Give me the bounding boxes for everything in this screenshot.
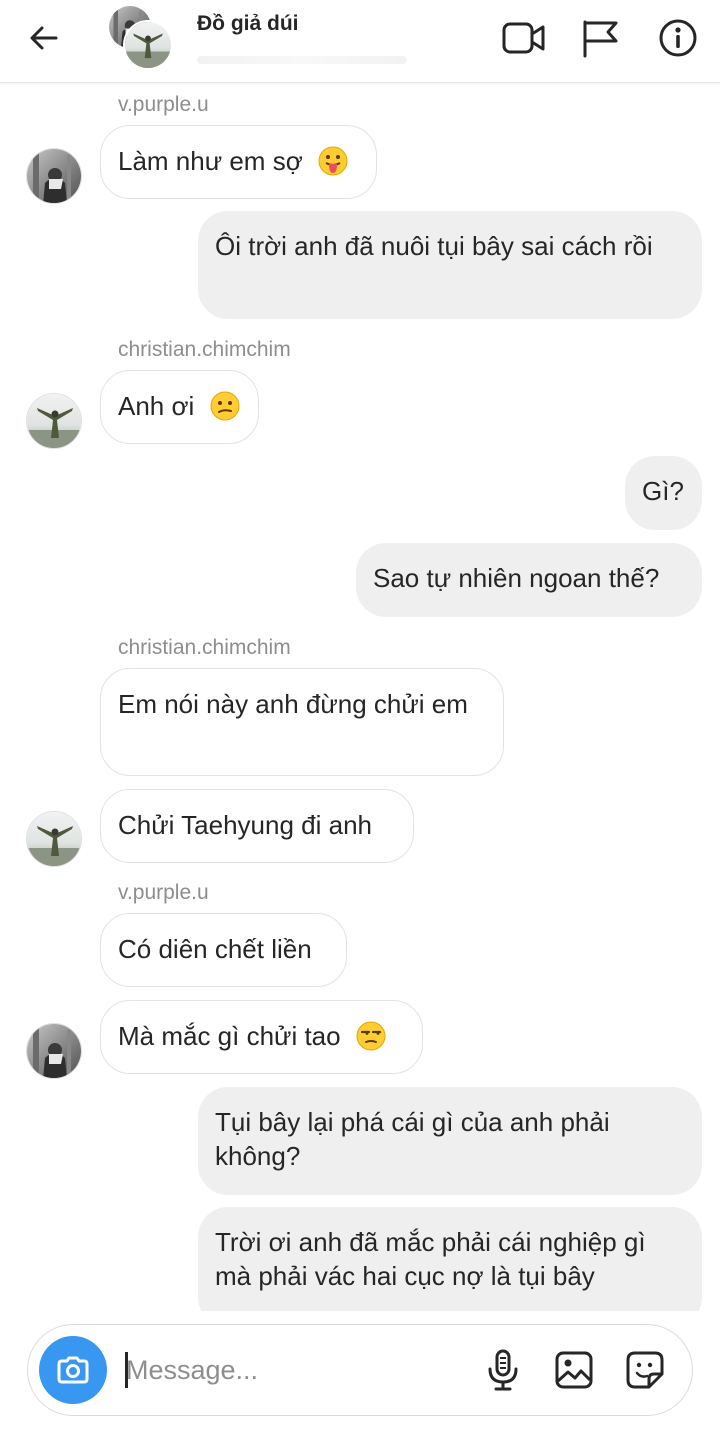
video-call-button[interactable] (500, 14, 548, 62)
subtitle-redacted (197, 46, 407, 72)
message-text: Ôi trời anh đã nuôi tụi bây sai cách rồi (215, 231, 653, 261)
message-text: Tụi bây lại phá cái gì của anh phải khôn… (215, 1107, 610, 1171)
info-icon (659, 19, 697, 57)
camera-icon (57, 1356, 89, 1384)
outgoing-message[interactable]: Gì? (625, 456, 702, 530)
confused-face-emoji (210, 391, 240, 421)
sender-username: v.purple.u (118, 93, 209, 116)
chat-header: Đồ giả dúi (0, 0, 720, 83)
tongue-out-emoji (318, 146, 348, 176)
message-text: Làm như em sợ (118, 146, 303, 176)
outgoing-message[interactable]: Tụi bây lại phá cái gì của anh phải khôn… (198, 1087, 702, 1195)
voice-button[interactable] (478, 1345, 528, 1395)
incoming-message[interactable]: Em nói này anh đừng chửi em (100, 668, 504, 776)
gallery-icon (555, 1351, 593, 1389)
message-text: Có diên chết liền (118, 934, 312, 964)
unamused-face-emoji (356, 1021, 386, 1051)
camera-button[interactable] (39, 1336, 107, 1404)
avatar[interactable] (26, 393, 82, 449)
message-text: Chửi Taehyung đi anh (118, 810, 372, 840)
outgoing-message[interactable]: Sao tự nhiên ngoan thế? (356, 543, 702, 617)
message-text: Anh ơi (118, 391, 195, 421)
message-text: Trời ơi anh đã mắc phải cái nghiệp gì mà… (215, 1227, 646, 1291)
chat-title[interactable]: Đồ giả dúi (197, 12, 299, 36)
avatar[interactable] (26, 1023, 82, 1079)
back-button[interactable] (20, 14, 68, 62)
outgoing-message[interactable]: Ôi trời anh đã nuôi tụi bây sai cách rồi (198, 211, 702, 319)
avatar[interactable] (26, 148, 82, 204)
video-call-icon (502, 22, 545, 54)
group-avatar-front (123, 20, 173, 70)
sticker-icon (626, 1351, 664, 1389)
group-avatar[interactable] (109, 6, 173, 70)
outgoing-message[interactable]: Trời ơi anh đã mắc phải cái nghiệp gì mà… (198, 1207, 702, 1311)
incoming-message[interactable]: Làm như em sợ (100, 125, 377, 199)
flag-icon (583, 20, 618, 58)
info-button[interactable] (654, 14, 702, 62)
sticker-button[interactable] (620, 1345, 670, 1395)
incoming-message[interactable]: Mà mắc gì chửi tao (100, 1000, 423, 1074)
message-composer (27, 1324, 693, 1416)
back-arrow-icon (30, 26, 58, 50)
message-clip: Trời ơi anh đã mắc phải cái nghiệp gì mà… (0, 1206, 720, 1311)
gallery-button[interactable] (549, 1345, 599, 1395)
message-text: Gì? (642, 476, 684, 506)
sender-username: v.purple.u (118, 881, 209, 904)
sender-username: christian.chimchim (118, 338, 291, 361)
avatar[interactable] (26, 811, 82, 867)
message-text: Em nói này anh đừng chửi em (118, 689, 468, 719)
report-button[interactable] (576, 14, 624, 62)
message-text: Mà mắc gì chửi tao (118, 1021, 341, 1051)
sender-username: christian.chimchim (118, 636, 291, 659)
microphone-icon (488, 1349, 518, 1391)
message-text: Sao tự nhiên ngoan thế? (373, 563, 660, 593)
incoming-message[interactable]: Có diên chết liền (100, 913, 347, 987)
incoming-message[interactable]: Chửi Taehyung đi anh (100, 789, 414, 863)
message-input[interactable] (126, 1347, 366, 1393)
incoming-message[interactable]: Anh ơi (100, 370, 259, 444)
